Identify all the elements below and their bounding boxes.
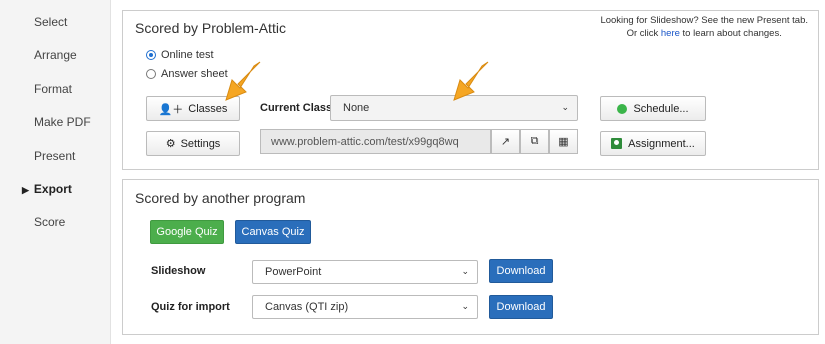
notice-line-2: Or click here to learn about changes. xyxy=(600,27,808,40)
slideshow-label: Slideshow xyxy=(151,265,206,277)
gear-icon: ⚙ xyxy=(165,138,176,150)
panel-title: Scored by Problem-Attic xyxy=(135,20,286,36)
button-label: Classes xyxy=(188,102,228,115)
chevron-down-icon: ⌄ xyxy=(561,101,569,112)
slideshow-format-select[interactable]: PowerPoint ⌄ xyxy=(252,260,478,284)
notice-line: Looking for Slideshow? See the new Prese… xyxy=(600,15,808,26)
chevron-down-icon: ⌄ xyxy=(461,300,469,311)
radio-label: Answer sheet xyxy=(161,68,228,80)
chevron-down-icon: ⌄ xyxy=(461,265,469,276)
sidebar-item-make-pdf[interactable]: Make PDF xyxy=(34,115,91,129)
slideshow-notice: Looking for Slideshow? See the new Prese… xyxy=(600,14,808,40)
assignment-button[interactable]: Assignment... xyxy=(600,131,706,156)
radio-button[interactable] xyxy=(146,69,156,79)
sidebar-item-arrange[interactable]: Arrange xyxy=(34,48,77,62)
button-label: Schedule... xyxy=(633,102,689,115)
canvas-quiz-button[interactable]: Canvas Quiz xyxy=(235,220,311,244)
qr-code-icon: ▦ xyxy=(558,136,569,148)
qr-code-button[interactable]: ▦ xyxy=(549,129,578,154)
add-user-icon: 👤＋ xyxy=(158,103,184,116)
settings-button[interactable]: ⚙ Settings xyxy=(146,131,240,156)
sidebar-item-present[interactable]: Present xyxy=(34,149,75,163)
radio-button[interactable] xyxy=(146,50,156,60)
sidebar-item-label: Export xyxy=(33,182,72,196)
sidebar-item-select[interactable]: Select xyxy=(34,15,67,29)
select-value: PowerPoint xyxy=(265,266,322,278)
notice-or: Or click xyxy=(626,28,659,39)
notice-tail: to learn about changes. xyxy=(682,28,782,39)
radio-label: Online test xyxy=(161,49,214,61)
panel-title: Scored by another program xyxy=(135,190,306,206)
sidebar-item-export[interactable]: ▶ Export xyxy=(22,182,72,196)
other-program-panel: Scored by another program Google Quiz Ca… xyxy=(122,179,819,335)
radio-answer-sheet[interactable]: Answer sheet xyxy=(146,68,228,80)
copy-button[interactable]: ⧉ xyxy=(520,129,549,154)
quiz-import-label: Quiz for import xyxy=(151,301,230,313)
changes-link[interactable]: here xyxy=(661,28,680,39)
arrow-pointer-icon xyxy=(225,61,261,101)
open-link-button[interactable]: ↗ xyxy=(491,129,520,154)
google-classroom-icon xyxy=(611,138,623,149)
select-value: Canvas (QTI zip) xyxy=(265,301,349,313)
triangle-right-icon: ▶ xyxy=(22,185,29,195)
green-dot-icon xyxy=(617,103,628,114)
google-quiz-button[interactable]: Google Quiz xyxy=(150,220,224,244)
button-label: Settings xyxy=(180,137,221,150)
quiz-import-download-button[interactable]: Download xyxy=(489,295,553,319)
copy-icon: ⧉ xyxy=(530,135,539,147)
radio-online-test[interactable]: Online test xyxy=(146,49,214,61)
test-url: www.problem-attic.com/test/x99gq8wq xyxy=(271,135,459,148)
external-link-icon: ↗ xyxy=(500,136,511,148)
sidebar: Select Arrange Format Make PDF Present ▶… xyxy=(0,0,111,344)
sidebar-item-score[interactable]: Score xyxy=(34,215,65,229)
button-label: Assignment... xyxy=(628,137,695,150)
schedule-button[interactable]: Schedule... xyxy=(600,96,706,121)
test-url-field[interactable]: www.problem-attic.com/test/x99gq8wq xyxy=(260,129,491,154)
select-value: None xyxy=(343,102,370,114)
main-content: Scored by Problem-Attic Looking for Slid… xyxy=(111,0,825,344)
slideshow-download-button[interactable]: Download xyxy=(489,259,553,283)
arrow-pointer-icon xyxy=(453,61,489,101)
quiz-import-select[interactable]: Canvas (QTI zip) ⌄ xyxy=(252,295,478,319)
sidebar-item-format[interactable]: Format xyxy=(34,82,72,96)
current-class-label: Current Class: xyxy=(260,102,336,114)
